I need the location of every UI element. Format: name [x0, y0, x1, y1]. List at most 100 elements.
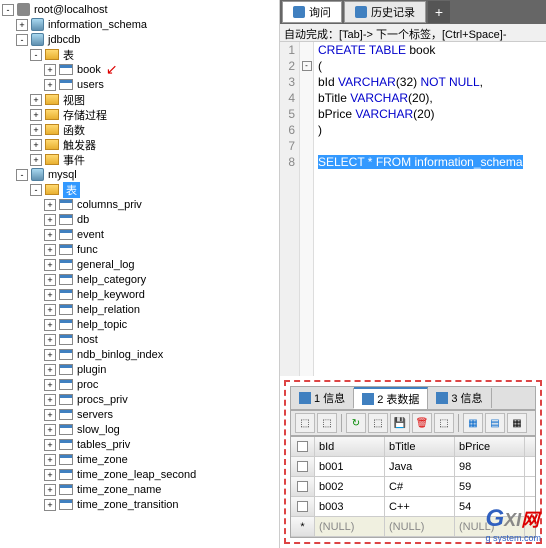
expand-icon[interactable]: + [44, 199, 56, 211]
result-tab-info1[interactable]: 1 信息 [291, 388, 354, 408]
save-btn[interactable]: 💾 [390, 413, 410, 433]
tree-table[interactable]: + time_zone_leap_second [2, 467, 277, 482]
tree-table[interactable]: + servers [2, 407, 277, 422]
expand-icon[interactable]: + [44, 319, 56, 331]
fold-icon[interactable]: - [302, 61, 312, 71]
tree-table[interactable]: + proc [2, 377, 277, 392]
tree-db-jdbcdb[interactable]: - jdbcdb [2, 32, 277, 47]
expand-icon[interactable]: + [44, 229, 56, 241]
col-header[interactable]: bPrice [455, 437, 525, 456]
cell[interactable]: Java [385, 457, 455, 476]
expand-icon[interactable]: + [44, 244, 56, 256]
cell[interactable]: b001 [315, 457, 385, 476]
new-tab-button[interactable]: + [428, 1, 450, 23]
row-select[interactable] [291, 497, 315, 516]
code-area[interactable]: CREATE TABLE book ( bId VARCHAR(32) NOT … [314, 42, 546, 376]
toolbar-btn[interactable]: ⬚ [434, 413, 454, 433]
toolbar-btn[interactable]: ⬚ [317, 413, 337, 433]
view-btn[interactable]: ▤ [485, 413, 505, 433]
select-all[interactable] [291, 437, 315, 456]
expand-icon[interactable]: + [44, 259, 56, 271]
cell[interactable]: b002 [315, 477, 385, 496]
tree-table[interactable]: + plugin [2, 362, 277, 377]
expand-icon[interactable]: + [44, 214, 56, 226]
cell[interactable]: (NULL) [385, 517, 455, 536]
expand-icon[interactable]: + [44, 274, 56, 286]
cell[interactable]: (NULL) [315, 517, 385, 536]
expand-icon[interactable]: + [44, 79, 56, 91]
tree-table[interactable]: + host [2, 332, 277, 347]
tree-table[interactable]: + general_log [2, 257, 277, 272]
toolbar-btn[interactable]: ⬚ [295, 413, 315, 433]
delete-btn[interactable]: 🗑 [412, 413, 432, 433]
cell[interactable]: 59 [455, 477, 525, 496]
tab-history[interactable]: 历史记录 [344, 1, 426, 23]
expand-icon[interactable]: + [44, 379, 56, 391]
refresh-btn[interactable]: ↻ [346, 413, 366, 433]
tab-query[interactable]: 询问 [282, 1, 342, 23]
result-tab-tabledata[interactable]: 2 表数据 [354, 387, 428, 409]
cell[interactable]: b003 [315, 497, 385, 516]
expand-icon[interactable]: + [16, 19, 28, 31]
tree-table[interactable]: + db [2, 212, 277, 227]
expand-icon[interactable]: + [44, 439, 56, 451]
col-header[interactable]: bTitle [385, 437, 455, 456]
tree-folder[interactable]: + 视图 [2, 92, 277, 107]
cell[interactable]: C++ [385, 497, 455, 516]
toolbar-btn[interactable]: ⬚ [368, 413, 388, 433]
expand-icon[interactable]: + [44, 484, 56, 496]
row-select[interactable] [291, 457, 315, 476]
expand-icon[interactable]: + [44, 349, 56, 361]
expand-icon[interactable]: + [30, 109, 42, 121]
expand-icon[interactable]: + [44, 364, 56, 376]
tree-table[interactable]: + func [2, 242, 277, 257]
sql-editor[interactable]: 12345678 - CREATE TABLE book ( bId VARCH… [280, 42, 546, 376]
result-tab-info3[interactable]: 3 信息 [428, 388, 491, 408]
expand-icon[interactable]: + [30, 124, 42, 136]
expand-icon[interactable]: + [44, 394, 56, 406]
tree-table-users[interactable]: + users [2, 77, 277, 92]
tree-table[interactable]: + help_keyword [2, 287, 277, 302]
tree-folder[interactable]: + 触发器 [2, 137, 277, 152]
row-select[interactable] [291, 477, 315, 496]
collapse-icon[interactable]: - [30, 184, 42, 196]
expand-icon[interactable]: + [44, 304, 56, 316]
tree-folder[interactable]: + 事件 [2, 152, 277, 167]
tree-db-mysql[interactable]: - mysql [2, 167, 277, 182]
tree-table[interactable]: + help_category [2, 272, 277, 287]
table-row[interactable]: b002 C# 59 [291, 477, 535, 497]
expand-icon[interactable]: + [30, 154, 42, 166]
table-row[interactable]: b001 Java 98 [291, 457, 535, 477]
tree-table[interactable]: + help_relation [2, 302, 277, 317]
tree-table[interactable]: + help_topic [2, 317, 277, 332]
tree-tables-folder-mysql[interactable]: - 表 [2, 182, 277, 197]
expand-icon[interactable]: + [44, 64, 56, 76]
tree-table[interactable]: + time_zone [2, 452, 277, 467]
tree-table[interactable]: + time_zone_name [2, 482, 277, 497]
collapse-icon[interactable]: - [2, 4, 14, 16]
tree-table[interactable]: + procs_priv [2, 392, 277, 407]
expand-icon[interactable]: + [44, 334, 56, 346]
expand-icon[interactable]: + [44, 469, 56, 481]
expand-icon[interactable]: + [44, 289, 56, 301]
collapse-icon[interactable]: - [16, 169, 28, 181]
tree-table[interactable]: + time_zone_transition [2, 497, 277, 512]
tree-table[interactable]: + columns_priv [2, 197, 277, 212]
tree-table[interactable]: + event [2, 227, 277, 242]
view-btn[interactable]: ▦ [507, 413, 527, 433]
tree-table-book[interactable]: + book ↙ [2, 62, 277, 77]
collapse-icon[interactable]: - [30, 49, 42, 61]
tree-folder[interactable]: + 函数 [2, 122, 277, 137]
tree-root[interactable]: - root@localhost [2, 2, 277, 17]
col-header[interactable]: bId [315, 437, 385, 456]
expand-icon[interactable]: + [44, 499, 56, 511]
view-btn[interactable]: ▦ [463, 413, 483, 433]
cell[interactable]: 98 [455, 457, 525, 476]
database-tree[interactable]: - root@localhost + information_schema - … [0, 0, 280, 548]
tree-db[interactable]: + information_schema [2, 17, 277, 32]
tree-table[interactable]: + tables_priv [2, 437, 277, 452]
cell[interactable]: C# [385, 477, 455, 496]
expand-icon[interactable]: + [44, 454, 56, 466]
tree-table[interactable]: + ndb_binlog_index [2, 347, 277, 362]
tree-folder[interactable]: + 存储过程 [2, 107, 277, 122]
